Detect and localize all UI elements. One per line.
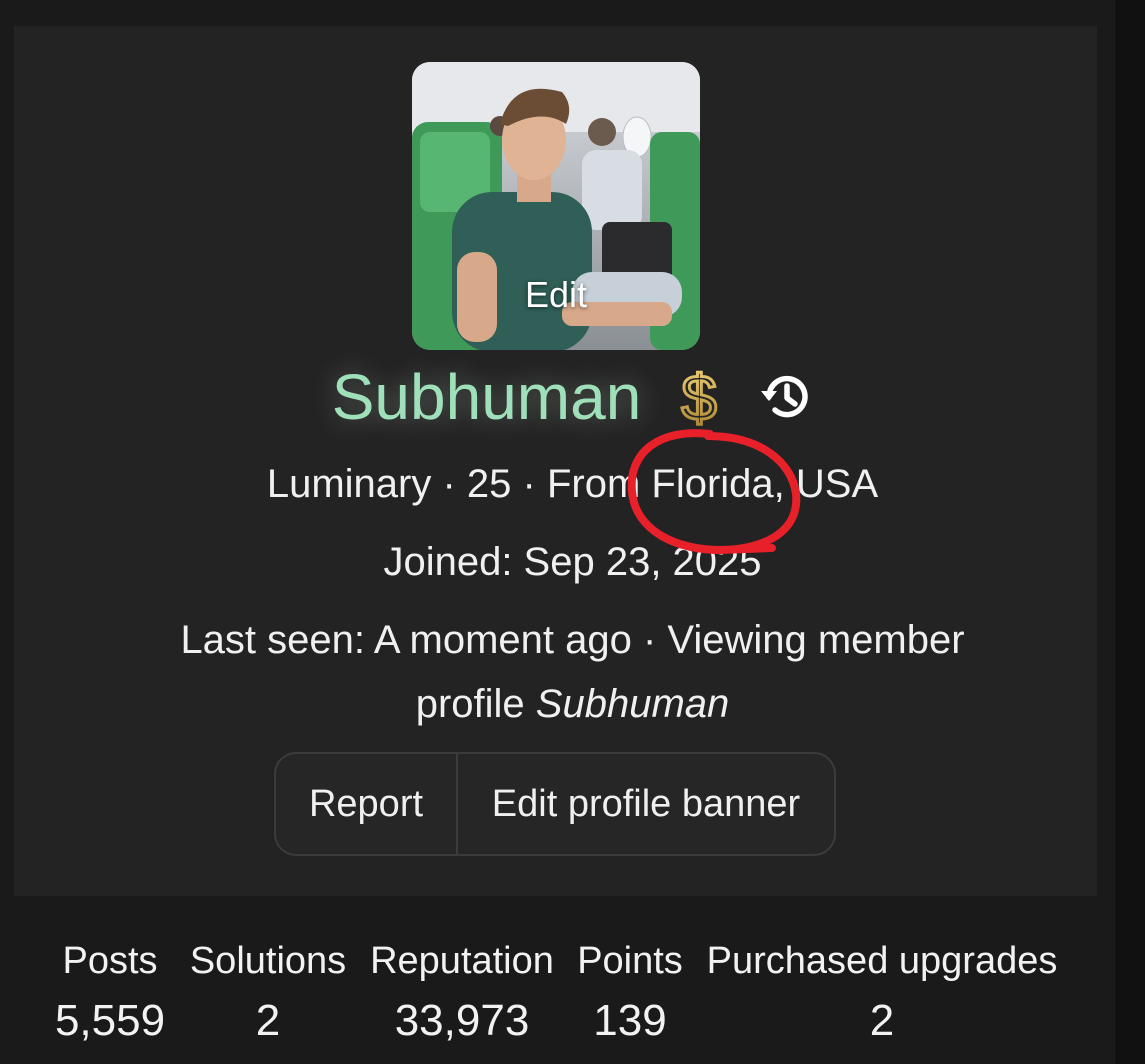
svg-text:$: $ (681, 362, 717, 432)
joined-date: Joined: Sep 23, 2025 (383, 540, 762, 584)
username[interactable]: Subhuman (332, 360, 642, 434)
history-icon[interactable] (757, 369, 813, 425)
page-edge (1115, 0, 1145, 1064)
avatar[interactable]: Edit (412, 62, 700, 350)
last-seen-activity: profile Subhuman (0, 682, 1145, 727)
report-button[interactable]: Report (276, 754, 458, 854)
profile-info-line: Luminary · 25 · From Florida, USA (266, 462, 879, 506)
stat-upgrades-value[interactable]: 2 (870, 996, 894, 1046)
stat-points-value[interactable]: 139 (593, 996, 666, 1046)
last-seen-status: Last seen: A moment ago · Viewing member (180, 618, 965, 662)
stat-reputation-label: Reputation (370, 940, 554, 982)
edit-profile-banner-button[interactable]: Edit profile banner (458, 754, 834, 854)
stat-upgrades-label: Purchased upgrades (706, 940, 1058, 982)
avatar-edit-label[interactable]: Edit (412, 274, 700, 316)
stat-points-label: Points (577, 940, 683, 982)
stat-posts-label: Posts (62, 940, 158, 982)
stat-solutions-value[interactable]: 2 (256, 996, 280, 1046)
name-row: Subhuman $ (0, 360, 1145, 434)
profile-actions: Report Edit profile banner (274, 752, 836, 856)
stat-reputation-value[interactable]: 33,973 (395, 996, 530, 1046)
stat-solutions-label: Solutions (189, 940, 347, 982)
dollar-sign-icon: $ (680, 362, 719, 432)
stat-posts-value[interactable]: 5,559 (55, 996, 165, 1046)
viewed-member-link[interactable]: Subhuman (536, 682, 729, 726)
last-seen-activity-text: profile (415, 682, 536, 726)
